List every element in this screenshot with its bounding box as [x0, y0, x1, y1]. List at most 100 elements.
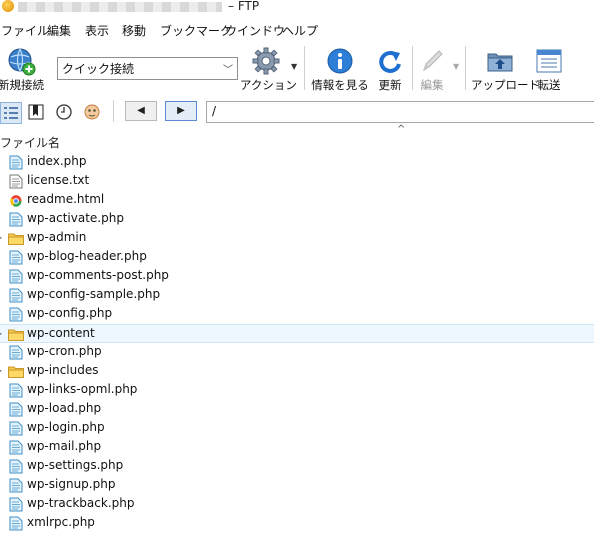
- text-file-icon: [9, 174, 23, 189]
- php-file-icon: [9, 440, 23, 455]
- file-name: wp-config.php: [27, 306, 113, 320]
- folder-upload-icon: [487, 53, 513, 72]
- expand-arrow-icon[interactable]: ▸: [0, 233, 2, 242]
- folder-row[interactable]: ▸ wp-includes: [0, 362, 594, 381]
- sort-ascending-icon: ^: [397, 124, 406, 135]
- file-name: wp-settings.php: [27, 458, 124, 472]
- menu-file[interactable]: ファイル: [1, 22, 49, 39]
- file-name: wp-admin: [27, 230, 87, 244]
- file-row[interactable]: wp-links-opml.php: [0, 381, 594, 400]
- info-button[interactable]: 情報を見る: [311, 40, 369, 94]
- edit-button[interactable]: 編集: [416, 40, 448, 94]
- toolbar-separator: [465, 46, 466, 90]
- back-button[interactable]: ◀: [125, 101, 157, 121]
- html-file-icon: [9, 193, 23, 208]
- info-label: 情報を見る: [311, 78, 369, 92]
- file-name: wp-blog-header.php: [27, 249, 147, 263]
- file-row[interactable]: wp-load.php: [0, 400, 594, 419]
- column-header-filename[interactable]: ファイル名: [0, 134, 60, 151]
- globe-add-icon: [8, 48, 36, 76]
- transfers-button[interactable]: 転送: [534, 40, 564, 94]
- folder-row[interactable]: ▸ wp-content: [0, 324, 594, 343]
- file-row[interactable]: wp-blog-header.php: [0, 248, 594, 267]
- action-label: アクション: [240, 78, 297, 92]
- edit-label: 編集: [420, 78, 444, 92]
- file-name: wp-trackback.php: [27, 496, 135, 510]
- expand-arrow-icon[interactable]: ▸: [0, 366, 2, 375]
- title-bar: – FTP: [0, 0, 594, 16]
- file-row[interactable]: wp-activate.php: [0, 210, 594, 229]
- path-field[interactable]: /: [206, 101, 594, 123]
- pencil-icon: [423, 50, 443, 72]
- file-row[interactable]: readme.html: [0, 191, 594, 210]
- transfers-window-icon: [536, 49, 562, 73]
- file-row[interactable]: wp-config.php: [0, 305, 594, 324]
- file-name: readme.html: [27, 192, 105, 206]
- file-row[interactable]: wp-cron.php: [0, 343, 594, 362]
- file-name: wp-includes: [27, 363, 99, 377]
- php-file-icon: [9, 421, 23, 436]
- file-name: wp-signup.php: [27, 477, 116, 491]
- window-title: – FTP: [228, 0, 260, 13]
- folder-icon: [8, 327, 24, 342]
- file-name: license.txt: [27, 173, 90, 187]
- file-name: wp-load.php: [27, 401, 102, 415]
- browser-view-icon[interactable]: [0, 102, 22, 124]
- upload-button[interactable]: アップロード: [471, 40, 540, 94]
- php-file-icon: [9, 497, 23, 512]
- php-file-icon: [9, 212, 23, 227]
- path-value: /: [212, 104, 217, 118]
- file-row[interactable]: wp-mail.php: [0, 438, 594, 457]
- expand-arrow-icon[interactable]: ▸: [0, 329, 2, 338]
- file-row[interactable]: xmlrpc.php: [0, 514, 594, 533]
- app-icon: [2, 0, 14, 12]
- menu-view[interactable]: 表示: [85, 22, 109, 39]
- refresh-button[interactable]: 更新: [374, 40, 406, 94]
- menu-window[interactable]: ウインドウ: [225, 22, 285, 39]
- history-clock-icon[interactable]: [54, 102, 74, 122]
- file-row[interactable]: wp-signup.php: [0, 476, 594, 495]
- blurred-title: [18, 2, 222, 12]
- file-name: wp-links-opml.php: [27, 382, 138, 396]
- quick-connect-select[interactable]: クイック接続 ﹀: [57, 57, 238, 80]
- toolbar-separator: [304, 46, 305, 90]
- file-row[interactable]: wp-trackback.php: [0, 495, 594, 514]
- php-file-icon: [9, 516, 23, 531]
- file-name: wp-comments-post.php: [27, 268, 169, 282]
- file-name: index.php: [27, 154, 87, 168]
- php-file-icon: [9, 307, 23, 322]
- forward-button[interactable]: ▶: [165, 101, 197, 121]
- action-button[interactable]: アクション: [240, 40, 297, 94]
- new-connection-label: 新規接続: [0, 78, 44, 92]
- bookmarks-icon[interactable]: [26, 102, 46, 122]
- file-row[interactable]: wp-settings.php: [0, 457, 594, 476]
- file-row[interactable]: wp-config-sample.php: [0, 286, 594, 305]
- file-row[interactable]: wp-login.php: [0, 419, 594, 438]
- menu-go[interactable]: 移動: [122, 22, 146, 39]
- php-file-icon: [9, 250, 23, 265]
- file-row[interactable]: index.php: [0, 153, 594, 172]
- action-dropdown-icon[interactable]: ▼: [291, 62, 297, 71]
- file-name: wp-activate.php: [27, 211, 124, 225]
- menu-help[interactable]: ヘルプ: [282, 22, 318, 39]
- file-name: wp-cron.php: [27, 344, 102, 358]
- file-row[interactable]: wp-comments-post.php: [0, 267, 594, 286]
- folder-icon: [8, 231, 24, 246]
- upload-label: アップロード: [471, 78, 540, 92]
- folder-row[interactable]: ▸ wp-admin: [0, 229, 594, 248]
- refresh-label: 更新: [378, 78, 402, 92]
- edit-dropdown-icon[interactable]: ▼: [453, 62, 459, 71]
- toolbar-separator: [412, 46, 413, 90]
- php-file-icon: [9, 155, 23, 170]
- php-file-icon: [9, 288, 23, 303]
- php-file-icon: [9, 402, 23, 417]
- gear-icon: [252, 47, 280, 75]
- menu-edit[interactable]: 編集: [47, 22, 71, 39]
- bonjour-icon[interactable]: [82, 102, 102, 122]
- menu-bookmarks[interactable]: ブックマーク: [160, 22, 232, 39]
- file-row[interactable]: license.txt: [0, 172, 594, 191]
- refresh-icon: [379, 50, 401, 73]
- new-connection-button[interactable]: 新規接続: [0, 40, 46, 94]
- file-name: wp-login.php: [27, 420, 105, 434]
- chevron-down-icon: ﹀: [223, 65, 233, 76]
